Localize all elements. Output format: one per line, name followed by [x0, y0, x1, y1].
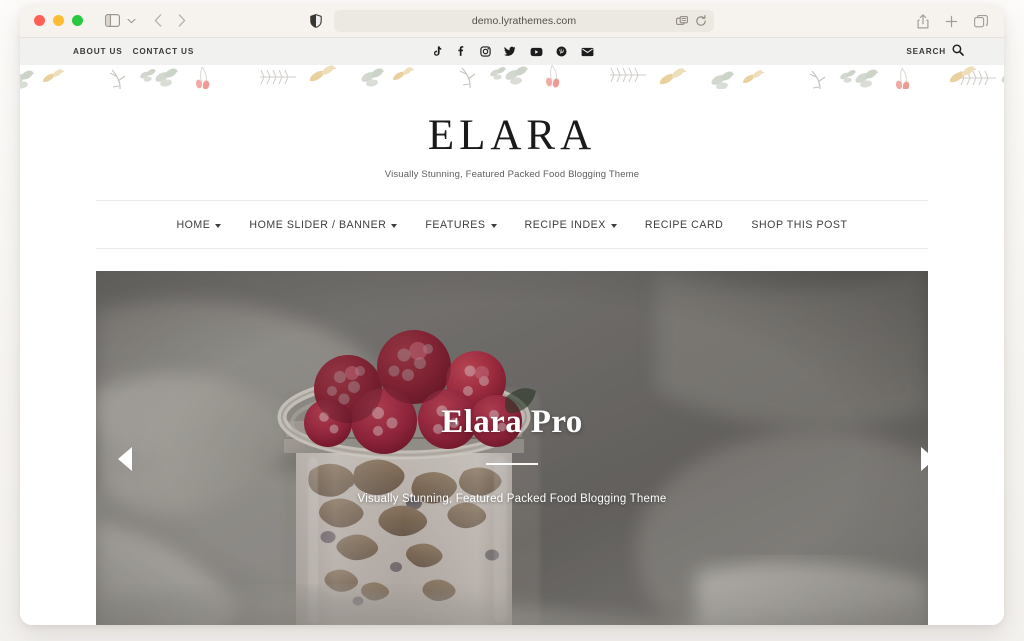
nav-item-label: RECIPE INDEX — [524, 218, 606, 231]
hero-slider-area: Elara Pro Visually Stunning, Featured Pa… — [20, 271, 1004, 625]
instagram-icon[interactable] — [479, 46, 491, 57]
email-icon[interactable] — [581, 47, 594, 57]
url-bar-actions — [676, 10, 707, 32]
nav-item-label: HOME SLIDER / BANNER — [249, 218, 387, 231]
nav-list: HOME HOME SLIDER / BANNER FEATURES RECIP… — [176, 219, 847, 231]
browser-window: demo.lyrathemes.com ABOUT US CONTACT US … — [20, 4, 1004, 625]
browser-toolbar: demo.lyrathemes.com — [20, 4, 1004, 38]
reload-icon[interactable] — [695, 15, 707, 27]
search-icon[interactable] — [952, 43, 964, 61]
nav-item-label: RECIPE CARD — [644, 218, 724, 231]
chevron-down-icon — [391, 223, 398, 228]
site-tagline: Visually Stunning, Featured Packed Food … — [384, 169, 640, 180]
youtube-icon[interactable] — [530, 47, 543, 57]
chevron-down-icon — [215, 223, 222, 228]
slider-prev-arrow[interactable] — [118, 446, 132, 471]
nav-item-recipe-index[interactable]: RECIPE INDEX — [525, 219, 617, 231]
sidebar-icon[interactable] — [105, 14, 120, 27]
social-links — [20, 38, 1004, 65]
nav-item-home[interactable]: HOME — [176, 218, 222, 231]
close-window-button[interactable] — [34, 15, 45, 26]
nav-item-label: HOME — [176, 218, 211, 231]
main-navigation: HOME HOME SLIDER / BANNER FEATURES RECIP… — [96, 200, 928, 249]
search-control[interactable]: SEARCH — [906, 38, 964, 65]
hero-slider: Elara Pro Visually Stunning, Featured Pa… — [96, 271, 928, 625]
forward-arrow-icon[interactable] — [178, 14, 186, 27]
maximize-window-button[interactable] — [72, 15, 83, 26]
browser-actions — [917, 4, 988, 38]
floral-border-decoration — [20, 65, 1004, 98]
minimize-window-button[interactable] — [53, 15, 64, 26]
url-bar[interactable]: demo.lyrathemes.com — [334, 10, 714, 32]
site-topbar: ABOUT US CONTACT US SEARCH — [20, 38, 1004, 65]
nav-item-label: SHOP THIS POST — [751, 218, 848, 231]
browser-navigation-group — [154, 14, 186, 27]
extensions-icon[interactable] — [676, 15, 689, 27]
chevron-down-icon — [490, 223, 497, 228]
hero-subtitle: Visually Stunning, Featured Packed Food … — [357, 493, 667, 505]
search-label: SEARCH — [906, 47, 946, 56]
pinterest-icon[interactable] — [556, 46, 567, 57]
tab-overview-icon[interactable] — [974, 14, 988, 28]
tiktok-icon[interactable] — [431, 46, 442, 57]
site-logo[interactable]: ELARA — [20, 114, 1004, 157]
sidebar-control-group — [105, 14, 136, 27]
facebook-icon[interactable] — [455, 46, 466, 57]
slider-next-arrow[interactable] — [921, 446, 928, 471]
plus-icon[interactable] — [945, 15, 958, 28]
hero-separator — [486, 463, 538, 465]
hero-caption: Elara Pro Visually Stunning, Featured Pa… — [96, 404, 928, 505]
site-masthead: ELARA Visually Stunning, Featured Packed… — [20, 98, 1004, 200]
page-viewport: ABOUT US CONTACT US SEARCH ELARA Visuall… — [20, 38, 1004, 625]
nav-item-home-slider-banner[interactable]: HOME SLIDER / BANNER — [249, 218, 398, 231]
hero-title: Elara Pro — [441, 404, 583, 440]
twitter-icon[interactable] — [504, 46, 516, 57]
share-icon[interactable] — [917, 13, 929, 29]
nav-item-shop-this-post[interactable]: SHOP THIS POST — [751, 219, 847, 231]
nav-item-label: FEATURES — [425, 218, 486, 231]
chevron-down-icon[interactable] — [127, 18, 136, 24]
nav-item-recipe-card[interactable]: RECIPE CARD — [645, 219, 723, 231]
chevron-down-icon — [610, 223, 617, 228]
window-controls — [34, 15, 83, 26]
nav-item-features[interactable]: FEATURES — [425, 218, 497, 231]
privacy-shield-icon[interactable] — [310, 14, 322, 28]
back-arrow-icon[interactable] — [154, 14, 162, 27]
url-text: demo.lyrathemes.com — [471, 15, 577, 27]
